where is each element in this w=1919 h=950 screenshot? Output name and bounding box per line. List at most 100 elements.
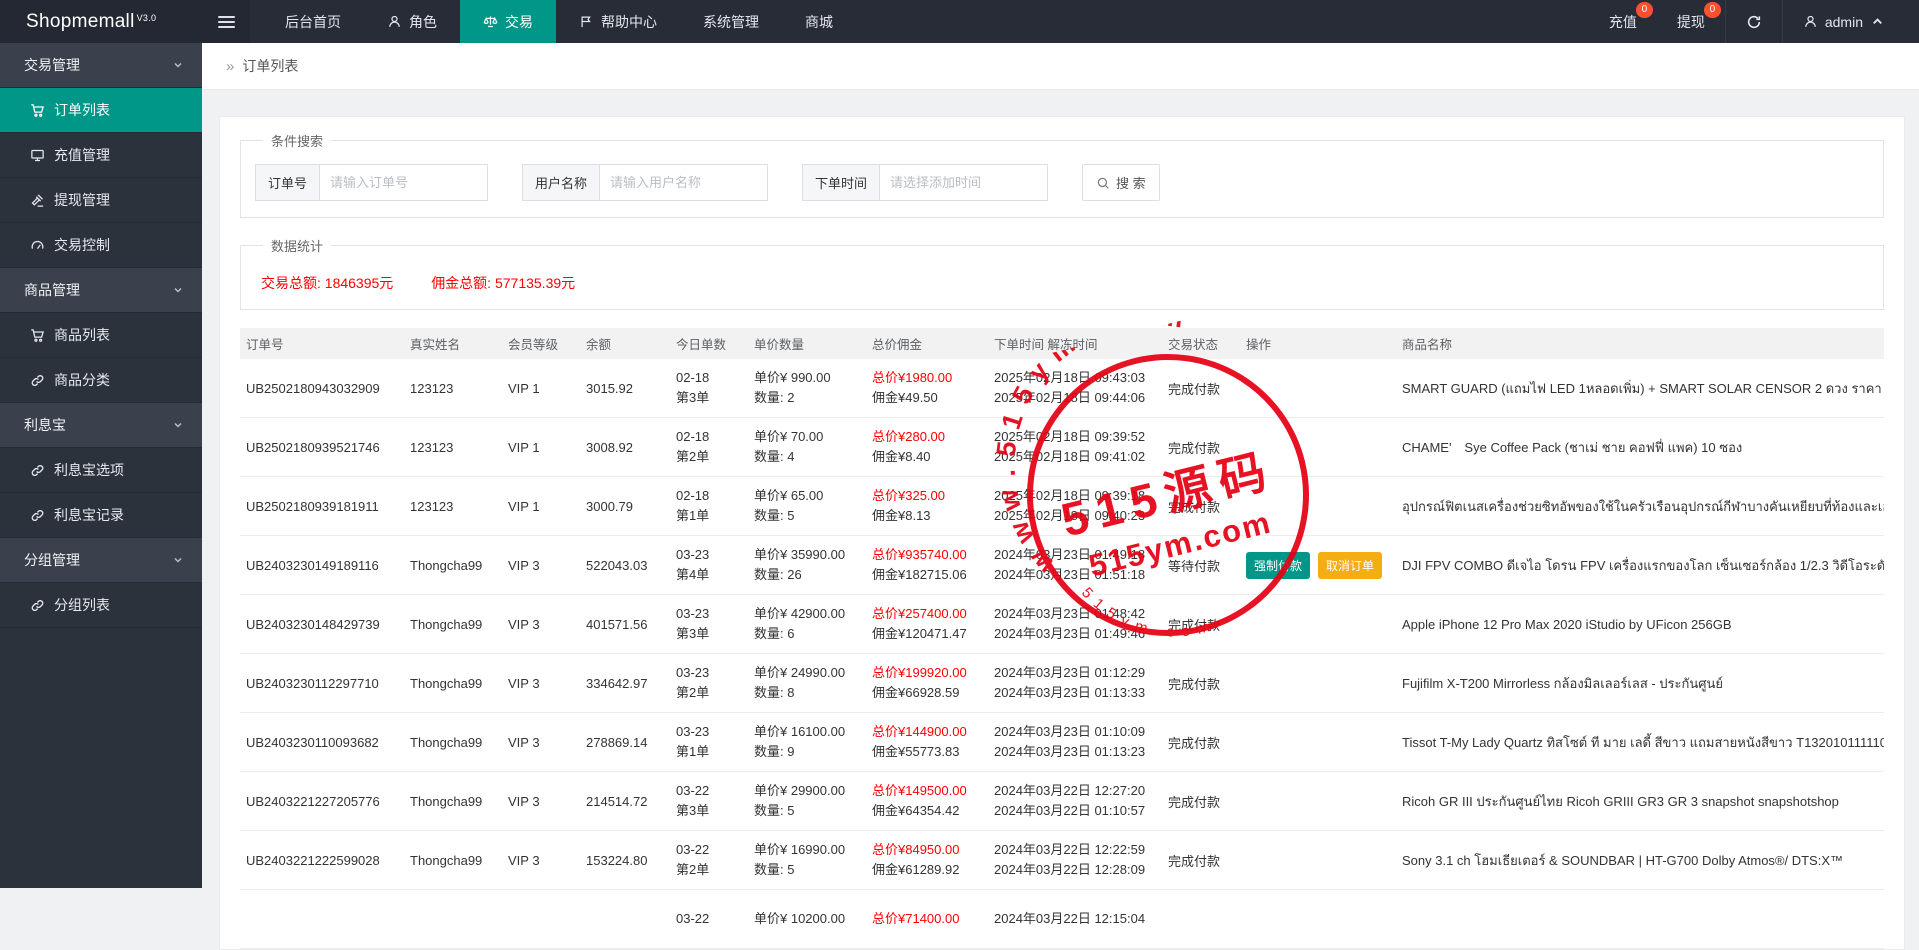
table-header-cell: 交易状态 bbox=[1168, 338, 1219, 352]
cell-balance: 153224.80 bbox=[586, 852, 648, 868]
cell-today-orders: 03-23 第2单 bbox=[676, 665, 710, 700]
chevron-down-icon bbox=[174, 287, 182, 293]
table-body: UB2502180943032909 123123 VIP 1 3015.92 … bbox=[240, 359, 1884, 949]
sidebar-item-label: 充值管理 bbox=[54, 147, 110, 163]
cell-balance: 334642.97 bbox=[586, 675, 648, 691]
nav-item-帮助中心[interactable]: 帮助中心 bbox=[556, 0, 680, 43]
cell-times: 2025年02月18日 09:43:03 2025年02月18日 09:44:06 bbox=[994, 370, 1146, 405]
table-header-cell: 会员等级 bbox=[508, 338, 559, 352]
sidebar-item-利息宝记录[interactable]: 利息宝记录 bbox=[0, 493, 202, 538]
top-navbar: Shopmemall V3.0 后台首页 角色 交易 帮助中心 系统管理 商城 … bbox=[0, 0, 1919, 43]
user-menu[interactable]: admin bbox=[1783, 0, 1905, 43]
cell-total-commission: 总价¥144900.00 佣金¥55773.83 bbox=[872, 724, 967, 759]
cell-unit-price-qty: 单价¥ 24990.00 数量: 8 bbox=[754, 665, 846, 700]
withdraw-label: 提现 bbox=[1676, 13, 1705, 30]
sidebar-item-商品分类[interactable]: 商品分类 bbox=[0, 358, 202, 403]
sidebar-item-交易控制[interactable]: 交易控制 bbox=[0, 223, 202, 268]
breadcrumb-arrow-icon: » bbox=[226, 57, 235, 75]
chevron-up-icon bbox=[1873, 18, 1882, 25]
nav-item-系统管理[interactable]: 系统管理 bbox=[680, 0, 782, 43]
refresh-icon bbox=[1747, 15, 1760, 28]
cell-order-no: UB2502180939521746 bbox=[246, 439, 380, 455]
table-header-cell: 下单时间 解冻时间 bbox=[994, 338, 1098, 352]
cell-trade-status: 完成付款 bbox=[1168, 794, 1221, 810]
withdraw-nav-item[interactable]: 提现 0 bbox=[1657, 0, 1725, 43]
sidebar-item-分组列表[interactable]: 分组列表 bbox=[0, 583, 202, 628]
search-button[interactable]: 搜 索 bbox=[1082, 164, 1160, 201]
recharge-nav-item[interactable]: 充值 0 bbox=[1589, 0, 1657, 43]
username-input[interactable] bbox=[600, 164, 769, 201]
table-row: UB2403230149189116 Thongcha99 VIP 3 5220… bbox=[240, 536, 1884, 595]
cell-unit-price-qty: 单价¥ 65.00 数量: 5 bbox=[754, 488, 824, 523]
flag-icon bbox=[579, 14, 594, 29]
table-row: 03-22 单价¥ 10200.00 总价¥71400.00 2024年03月2… bbox=[240, 890, 1884, 949]
sidebar-item-商品列表[interactable]: 商品列表 bbox=[0, 313, 202, 358]
sidebar-item-提现管理[interactable]: 提现管理 bbox=[0, 178, 202, 223]
cell-real-name: 123123 bbox=[410, 380, 454, 396]
user-icon bbox=[387, 14, 402, 29]
cell-unit-price-qty: 单价¥ 16990.00 数量: 5 bbox=[754, 842, 846, 877]
cell-order-no: UB2403230112297710 bbox=[246, 675, 379, 691]
cell-real-name: 123123 bbox=[410, 498, 454, 514]
cell-trade-status: 完成付款 bbox=[1168, 499, 1221, 515]
sidebar-item-订单列表[interactable]: 订单列表 bbox=[0, 88, 202, 133]
cell-real-name: Thongcha99 bbox=[410, 852, 483, 868]
cell-order-no: UB2403230149189116 bbox=[246, 557, 379, 573]
stats-legend: 数据统计 bbox=[271, 239, 324, 254]
sidebar-item-label: 商品分类 bbox=[54, 372, 110, 388]
cell-balance: 3008.92 bbox=[586, 439, 633, 455]
nav-item-角色[interactable]: 角色 bbox=[364, 0, 460, 43]
orders-table: 订单号 真实姓名 会员等级 余额 今日单数 单价数量 总价佣金 下单时间 解冻时间 交易状态 操作… bbox=[240, 328, 1884, 949]
nav-item-后台首页[interactable]: 后台首页 bbox=[262, 0, 364, 43]
cell-balance: 278869.14 bbox=[586, 734, 648, 750]
order-no-input[interactable] bbox=[320, 164, 489, 201]
refresh-button[interactable] bbox=[1724, 0, 1783, 43]
table-row: UB2502180943032909 123123 VIP 1 3015.92 … bbox=[240, 359, 1884, 418]
sidebar-item-label: 商品列表 bbox=[54, 327, 110, 343]
link-icon bbox=[30, 373, 45, 388]
cell-times: 2024年03月23日 01:10:09 2024年03月23日 01:13:23 bbox=[994, 724, 1146, 759]
sidebar-group-交易管理[interactable]: 交易管理 bbox=[0, 43, 202, 88]
cell-order-no: UB2403221222599028 bbox=[246, 852, 380, 868]
sidebar-toggle-button[interactable] bbox=[202, 0, 250, 43]
cell-product-name: SMART GUARD (แถมไฟ LED 1หลอดเพิ่ม) + SMA… bbox=[1402, 380, 1884, 396]
sidebar-item-充值管理[interactable]: 充值管理 bbox=[0, 133, 202, 178]
content-card: 条件搜索 订单号 用户名称 下单时间 搜 索 bbox=[219, 116, 1905, 950]
cell-today-orders: 03-22 第3单 bbox=[676, 783, 710, 818]
table-row: UB2502180939181911 123123 VIP 1 3000.79 … bbox=[240, 477, 1884, 536]
cell-total-commission: 总价¥199920.00 佣金¥66928.59 bbox=[872, 665, 967, 700]
cell-product-name: Tissot T-My Lady Quartz ทิสโซต์ ที มาย เ… bbox=[1402, 734, 1884, 750]
nav-item-label: 交易 bbox=[505, 13, 533, 30]
cell-unit-price-qty: 单价¥ 10200.00 bbox=[754, 911, 846, 926]
nav-item-label: 帮助中心 bbox=[601, 13, 657, 30]
sidebar-group-label: 分组管理 bbox=[24, 552, 80, 568]
cell-real-name: 123123 bbox=[410, 439, 454, 455]
nav-item-商城[interactable]: 商城 bbox=[782, 0, 856, 43]
sidebar-item-label: 提现管理 bbox=[54, 192, 110, 208]
cancel-order-button[interactable]: 取消订单 bbox=[1318, 551, 1383, 579]
sidebar-group-分组管理[interactable]: 分组管理 bbox=[0, 538, 202, 583]
sidebar-group-label: 商品管理 bbox=[24, 282, 80, 298]
chevron-down-icon bbox=[174, 557, 182, 563]
sidebar-item-利息宝选项[interactable]: 利息宝选项 bbox=[0, 448, 202, 493]
force-pay-button[interactable]: 强制付款 bbox=[1246, 551, 1311, 579]
cell-times: 2024年03月22日 12:15:04 bbox=[994, 911, 1146, 926]
breadcrumb: » 订单列表 bbox=[202, 43, 1919, 90]
cell-total-commission: 总价¥149500.00 佣金¥64354.42 bbox=[872, 783, 967, 818]
sidebar-group-利息宝[interactable]: 利息宝 bbox=[0, 403, 202, 448]
order-time-input[interactable] bbox=[880, 164, 1049, 201]
cell-product-name: Fujifilm X-T200 Mirrorless กล้องมิลเลอร์… bbox=[1402, 675, 1724, 691]
link-icon bbox=[30, 508, 45, 523]
nav-item-交易[interactable]: 交易 bbox=[460, 0, 556, 43]
recharge-label: 充值 bbox=[1608, 13, 1637, 30]
nav-menu: 后台首页 角色 交易 帮助中心 系统管理 商城 bbox=[262, 0, 856, 43]
sidebar-item-label: 利息宝选项 bbox=[54, 462, 124, 478]
nav-item-label: 角色 bbox=[409, 13, 437, 30]
table-header-cell: 操作 bbox=[1246, 338, 1272, 352]
cell-today-orders: 02-18 第3单 bbox=[676, 370, 710, 405]
sidebar-group-商品管理[interactable]: 商品管理 bbox=[0, 268, 202, 313]
cell-balance: 3000.79 bbox=[586, 498, 633, 514]
cell-trade-status: 完成付款 bbox=[1168, 853, 1221, 869]
table-header-cell: 单价数量 bbox=[754, 338, 805, 352]
withdraw-badge: 0 bbox=[1703, 2, 1721, 18]
